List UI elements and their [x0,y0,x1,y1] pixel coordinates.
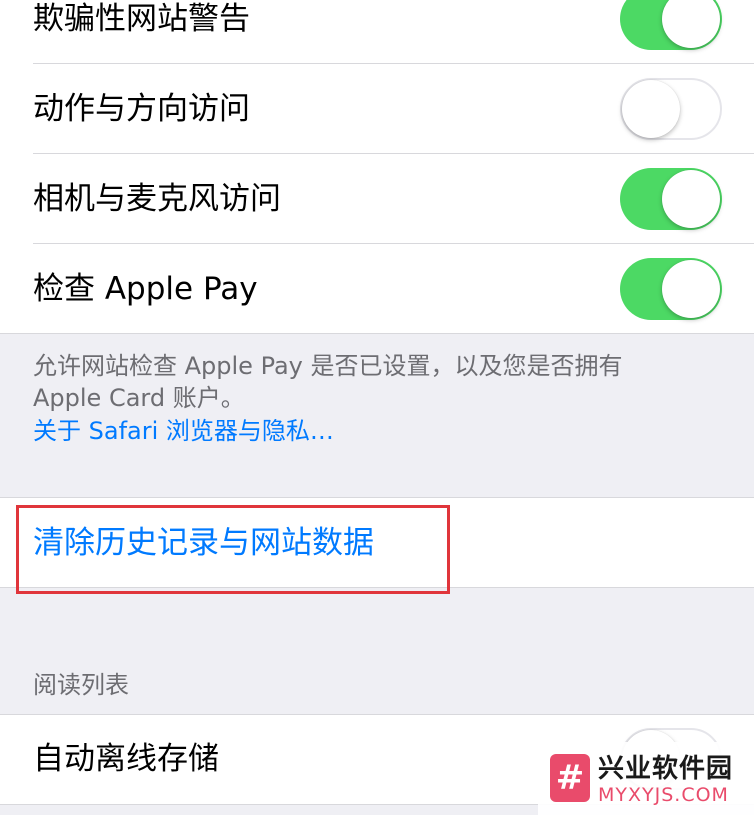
toggle-knob [662,0,720,48]
row-label: 动作与方向访问 [33,91,250,127]
row-label: 检查 Apple Pay [33,271,258,307]
watermark-subtitle: MYXYJS.COM [598,784,729,806]
toggle-knob [662,170,720,228]
row-label: 相机与麦克风访问 [33,181,281,217]
apple-pay-toggle[interactable] [620,258,722,320]
apple-pay-footer-line2: Apple Card 账户。 [33,384,245,412]
motion-access-toggle[interactable] [620,78,722,140]
site-watermark: # 兴业软件园 MYXYJS.COM [538,742,754,815]
privacy-security-group: 欺骗性网站警告 动作与方向访问 相机与麦克风访问 检查 Apple Pay [0,0,754,333]
watermark-hash-logo-icon: # [550,754,590,802]
reading-list-header: 阅读列表 [33,671,129,699]
highlight-annotation-box [16,505,450,594]
safari-settings-screen: 欺骗性网站警告 动作与方向访问 相机与麦克风访问 检查 Apple Pay 允许… [0,0,754,815]
row-label: 欺骗性网站警告 [33,1,250,37]
toggle-knob [622,80,680,138]
camera-mic-access-toggle[interactable] [620,168,722,230]
watermark-title: 兴业软件园 [598,754,734,784]
row-motion-orientation-access[interactable]: 动作与方向访问 [0,64,754,154]
apple-pay-footer-line1: 允许网站检查 Apple Pay 是否已设置，以及您是否拥有 [33,352,623,380]
safari-privacy-link[interactable]: 关于 Safari 浏览器与隐私… [33,415,334,447]
row-check-apple-pay[interactable]: 检查 Apple Pay [0,244,754,334]
fraud-warning-toggle[interactable] [620,0,722,50]
row-label: 自动离线存储 [33,741,219,777]
row-fraudulent-website-warning[interactable]: 欺骗性网站警告 [0,0,754,64]
row-camera-microphone-access[interactable]: 相机与麦克风访问 [0,154,754,244]
group-bottom-border [0,333,754,334]
toggle-knob [662,260,720,318]
